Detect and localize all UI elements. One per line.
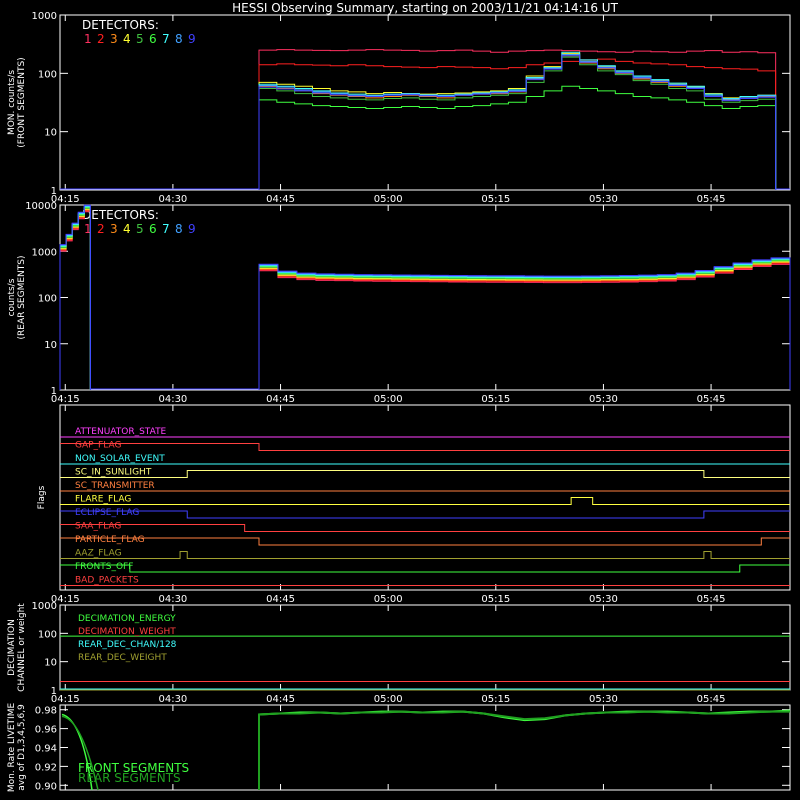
y-tick-label: 1	[51, 186, 57, 197]
flags-y-axis-label: Flags	[37, 485, 47, 509]
y-tick-label: 0.92	[35, 762, 57, 773]
y-tick-label: 1000	[32, 601, 57, 612]
y-tick-label: 100	[38, 294, 57, 305]
flag-label: ATTENUATOR_STATE	[75, 427, 167, 437]
x-tick-label: 04:30	[158, 194, 187, 205]
rear-legend-item: 7	[162, 222, 170, 236]
decimation-legend-item: DECIMATION_ENERGY	[78, 614, 176, 624]
front-y-axis-label: MON. counts/s	[7, 70, 17, 135]
flag-label: BAD_PACKETS	[75, 576, 139, 586]
x-tick-label: 05:45	[697, 194, 726, 205]
y-tick-label: 100	[38, 629, 57, 640]
flag-label: ECLIPSE_FLAG	[75, 508, 139, 518]
rear-legend-item: 8	[175, 222, 183, 236]
x-tick-label: 04:45	[266, 694, 295, 705]
y-tick-label: 10	[44, 658, 57, 669]
x-tick-label: 05:15	[481, 394, 510, 405]
front-legend-item: 3	[110, 32, 118, 46]
livetime-y-axis-label: Mon. Rate LIVETIME	[7, 703, 17, 793]
front-legend-item: 9	[188, 32, 196, 46]
x-tick-label: 05:30	[589, 394, 618, 405]
x-tick-label: 05:15	[481, 594, 510, 605]
y-tick-label: 0.98	[35, 706, 57, 717]
x-tick-label: 04:30	[158, 394, 187, 405]
x-tick-label: 05:45	[697, 594, 726, 605]
rear-y-axis-label: (REAR SEGMENTS)	[17, 255, 27, 339]
x-tick-label: 05:00	[374, 694, 403, 705]
x-tick-label: 04:45	[266, 394, 295, 405]
x-tick-label: 04:45	[266, 594, 295, 605]
rear-legend-item: 6	[149, 222, 157, 236]
y-tick-label: 1000	[32, 11, 57, 22]
y-tick-label: 1	[51, 386, 57, 397]
front-y-axis-label: (FRONT SEGMENTS)	[17, 57, 27, 147]
rear-y-axis-label: counts/s	[7, 278, 17, 316]
front-legend-item: 8	[175, 32, 183, 46]
x-tick-label: 05:00	[374, 394, 403, 405]
decimation-y-axis-label: CHANNEL or weight	[17, 603, 27, 692]
x-tick-label: 05:30	[589, 594, 618, 605]
livetime-legend-item: REAR SEGMENTS	[78, 771, 181, 785]
x-tick-label: 05:00	[374, 594, 403, 605]
y-tick-label: 10	[44, 340, 57, 351]
front-legend-item: 4	[123, 32, 131, 46]
front-legend-item: 5	[136, 32, 144, 46]
x-tick-label: 04:45	[266, 194, 295, 205]
flag-label: SC_TRANSMITTER	[75, 481, 155, 491]
observing-summary-chart: HESSI Observing Summary, starting on 200…	[0, 0, 800, 800]
flag-label: NON_SOLAR_EVENT	[75, 454, 165, 464]
x-tick-label: 04:30	[158, 594, 187, 605]
front-legend-item: 6	[149, 32, 157, 46]
rear-legend-item: 2	[97, 222, 105, 236]
y-tick-label: 0.94	[35, 744, 57, 755]
flag-label: SAA_FLAG	[75, 522, 121, 532]
x-tick-label: 05:45	[697, 694, 726, 705]
rear-legend-item: 9	[188, 222, 196, 236]
flag-label: AAZ_FLAG	[75, 549, 122, 559]
x-tick-label: 05:45	[697, 394, 726, 405]
front-legend-item: 7	[162, 32, 170, 46]
front-legend-item: 2	[97, 32, 105, 46]
rear-legend-item: 5	[136, 222, 144, 236]
x-tick-label: 05:30	[589, 694, 618, 705]
x-tick-label: 05:00	[374, 194, 403, 205]
livetime-y-axis-label: avg of D1,3,4,5,6,9	[17, 704, 27, 791]
decimation-legend-item: REAR_DEC_WEIGHT	[78, 653, 167, 663]
flag-label: PARTICLE_FLAG	[75, 535, 145, 545]
front-legend-title: DETECTORS:	[82, 18, 159, 32]
y-tick-label: 10000	[25, 201, 57, 212]
rear-legend-title: DETECTORS:	[82, 208, 159, 222]
rear-legend-item: 3	[110, 222, 118, 236]
flag-label: FRONTS_OFF	[75, 562, 133, 572]
y-tick-label: 100	[38, 69, 57, 80]
x-tick-label: 05:15	[481, 694, 510, 705]
flag-label: GAP_FLAG	[75, 441, 121, 451]
decimation-y-axis-label: DECIMATION	[7, 619, 17, 676]
y-tick-label: 1	[51, 686, 57, 697]
x-tick-label: 04:30	[158, 694, 187, 705]
y-tick-label: 10	[44, 128, 57, 139]
x-tick-label: 05:15	[481, 194, 510, 205]
front-legend-item: 1	[84, 32, 92, 46]
y-tick-label: 1000	[32, 247, 57, 258]
rear-legend-item: 4	[123, 222, 131, 236]
x-tick-label: 05:30	[589, 194, 618, 205]
y-tick-label: 0.96	[35, 725, 57, 736]
decimation-legend-item: DECIMATION_WEIGHT	[78, 627, 176, 637]
decimation-legend-item: REAR_DEC_CHAN/128	[78, 640, 177, 650]
y-tick-label: 0.90	[35, 781, 57, 792]
chart-title: HESSI Observing Summary, starting on 200…	[232, 1, 618, 15]
flag-label: SC_IN_SUNLIGHT	[75, 468, 152, 478]
flag-label: FLARE_FLAG	[75, 495, 131, 505]
